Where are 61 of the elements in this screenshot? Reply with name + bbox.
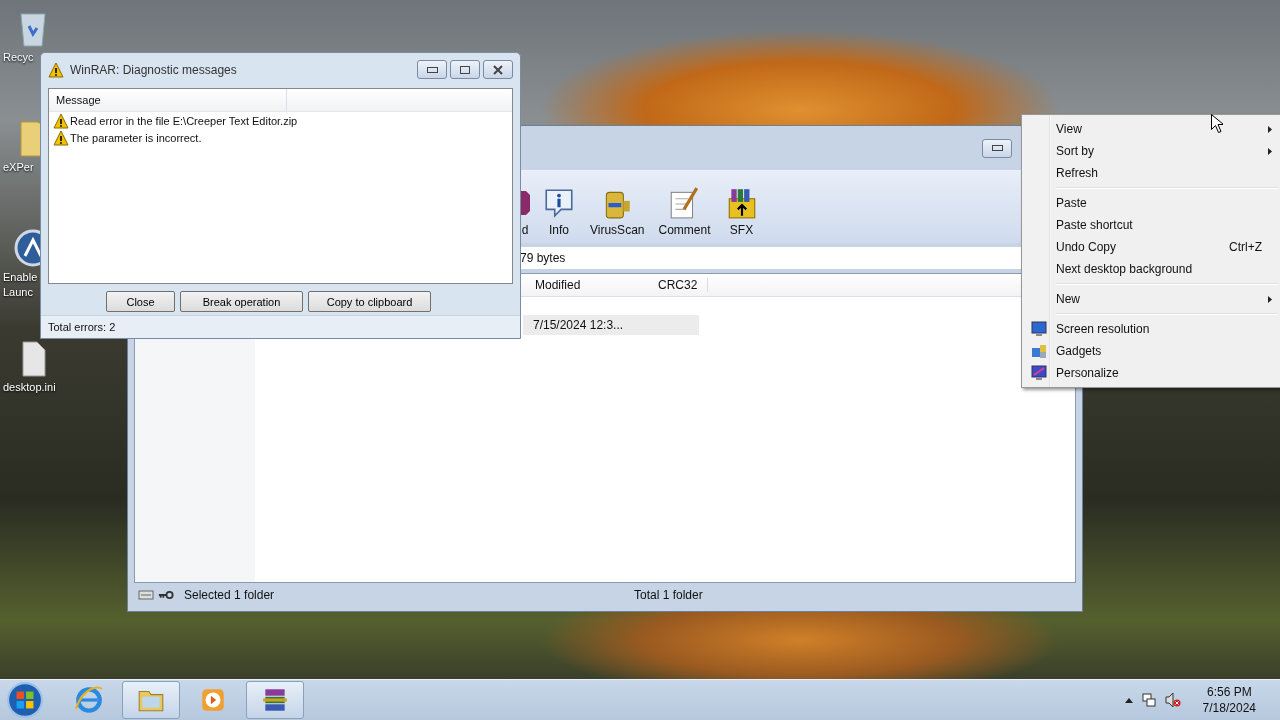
menu-item[interactable]: Personalize xyxy=(1024,362,1280,384)
monitor-icon xyxy=(1031,321,1047,337)
close-button[interactable] xyxy=(483,60,513,79)
toolbar-scan-button[interactable]: VirusScan xyxy=(588,186,647,237)
desktop-icon-label: Enable xyxy=(3,270,38,285)
toolbar-sfx-button[interactable]: SFX xyxy=(722,186,761,237)
menu-item[interactable]: Refresh xyxy=(1024,162,1280,184)
desktop-icon-label: desktop.ini xyxy=(3,380,56,395)
show-hidden-icons-arrow[interactable] xyxy=(1124,697,1133,703)
taskbar-folder-button[interactable] xyxy=(122,681,180,719)
network-icon[interactable] xyxy=(1140,692,1157,708)
gadgets-icon xyxy=(1031,343,1047,359)
warning-icon xyxy=(48,61,64,78)
menu-item[interactable]: Sort by xyxy=(1024,140,1280,162)
menu-item[interactable]: Paste shortcut xyxy=(1024,214,1280,236)
clock[interactable]: 6:56 PM 7/18/2024 xyxy=(1202,684,1256,716)
browser-e-icon xyxy=(74,685,104,715)
menu-item[interactable]: Screen resolution xyxy=(1024,318,1280,340)
menu-item[interactable]: View xyxy=(1024,118,1280,140)
monitor-brush-icon xyxy=(1031,365,1047,381)
minimize-button[interactable] xyxy=(417,60,447,79)
desktop-icon-label: Launc xyxy=(3,285,33,300)
file-row[interactable]: 7/15/2024 12:3... xyxy=(523,315,699,335)
column-header[interactable]: CRC32 xyxy=(658,278,709,292)
submenu-arrow-icon xyxy=(1268,147,1272,155)
toolbar-button[interactable]: d xyxy=(520,186,530,237)
window-title: WinRAR: Diagnostic messages xyxy=(70,62,238,77)
warning-icon xyxy=(53,129,69,146)
close-button[interactable]: Close xyxy=(106,291,175,312)
volume-muted-icon[interactable] xyxy=(1164,692,1181,708)
mouse-cursor-icon xyxy=(1211,114,1223,133)
status-text: Selected 1 folder xyxy=(184,588,276,602)
address-text: 79 bytes xyxy=(520,251,566,265)
menu-item[interactable]: Undo Copy Ctrl+Z xyxy=(1024,236,1280,258)
menu-item[interactable]: Paste xyxy=(1024,192,1280,214)
status-text: Total errors: 2 xyxy=(48,321,116,333)
toolbar-comment-button[interactable]: Comment xyxy=(656,186,713,237)
drive-icon xyxy=(138,589,154,601)
message-text: The parameter is incorrect. xyxy=(70,131,202,144)
message-text: Read error in the file E:\Creeper Text Editor.zip xyxy=(70,114,298,127)
break-button[interactable]: Break operation xyxy=(180,291,303,312)
table-cell-text: 7/15/2024 12:3... xyxy=(532,318,624,332)
desktop-icon-label: Recyc xyxy=(3,50,34,65)
minimize-button[interactable] xyxy=(982,138,1012,158)
info-icon xyxy=(542,186,576,220)
toolbar-info-button[interactable]: Info xyxy=(540,186,578,237)
taskbar-archiver-button[interactable] xyxy=(246,681,304,719)
submenu-arrow-icon xyxy=(1268,295,1272,303)
close-icon xyxy=(493,64,503,75)
copy-button[interactable]: Copy to clipboard xyxy=(308,291,431,312)
menu-item[interactable]: New xyxy=(1024,288,1280,310)
menu-item[interactable]: Gadgets xyxy=(1024,340,1280,362)
menu-item[interactable]: Next desktop background xyxy=(1024,258,1280,280)
key-icon xyxy=(158,589,174,601)
submenu-arrow-icon xyxy=(1268,125,1272,133)
column-header[interactable]: Modified xyxy=(535,278,658,292)
status-text: Total 1 folder xyxy=(634,588,703,602)
desktop-icon-label: eXPer xyxy=(3,160,34,175)
warning-icon xyxy=(53,112,69,129)
start-button[interactable] xyxy=(6,681,44,719)
maximize-button[interactable] xyxy=(450,60,480,79)
